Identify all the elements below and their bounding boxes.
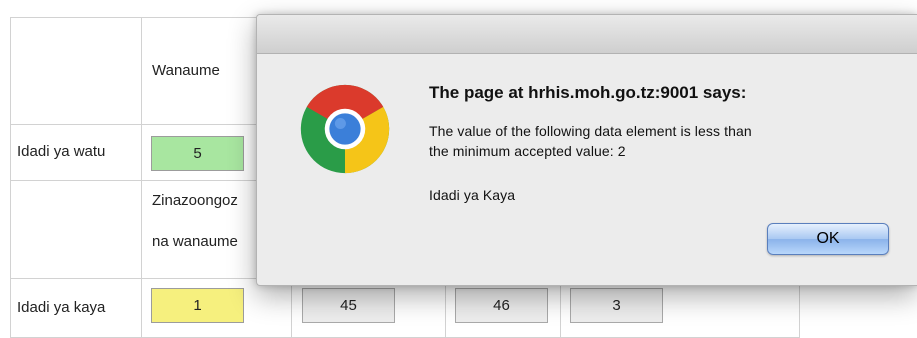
table-col-divider [445, 278, 446, 338]
table-col-divider [291, 278, 292, 338]
value-input-kaya-1[interactable]: 1 [151, 288, 244, 323]
dialog-message-line1: The value of the following data element … [429, 123, 752, 139]
value-input-kaya-2[interactable]: 45 [302, 288, 395, 323]
row-label-idadi-ya-kaya: Idadi ya kaya [17, 299, 106, 316]
table-col-divider [560, 278, 561, 338]
dialog-message-line2: the minimum accepted value: 2 [429, 143, 626, 159]
page: Wanaume Zinazoongoz na wanaume Idadi ya … [0, 0, 917, 338]
chrome-logo-icon [300, 84, 390, 174]
value-input-kaya-4[interactable]: 3 [570, 288, 663, 323]
row-label-idadi-ya-watu: Idadi ya watu [17, 143, 106, 160]
subheader-line1: Zinazoongoz [152, 192, 238, 209]
table-col-divider [141, 17, 142, 338]
value-input-watu-wanaume[interactable]: 5 [151, 136, 244, 171]
column-header-wanaume: Wanaume [152, 62, 220, 79]
value-input-kaya-3[interactable]: 46 [455, 288, 548, 323]
alert-dialog: The page at hrhis.moh.go.tz:9001 says: T… [256, 14, 917, 286]
dialog-element-name: Idadi ya Kaya [429, 187, 516, 203]
table-col-divider [10, 17, 11, 338]
dialog-titlebar [257, 15, 917, 54]
subheader-line2: na wanaume [152, 233, 238, 250]
ok-button[interactable]: OK [767, 223, 889, 255]
dialog-heading: The page at hrhis.moh.go.tz:9001 says: [429, 83, 747, 102]
